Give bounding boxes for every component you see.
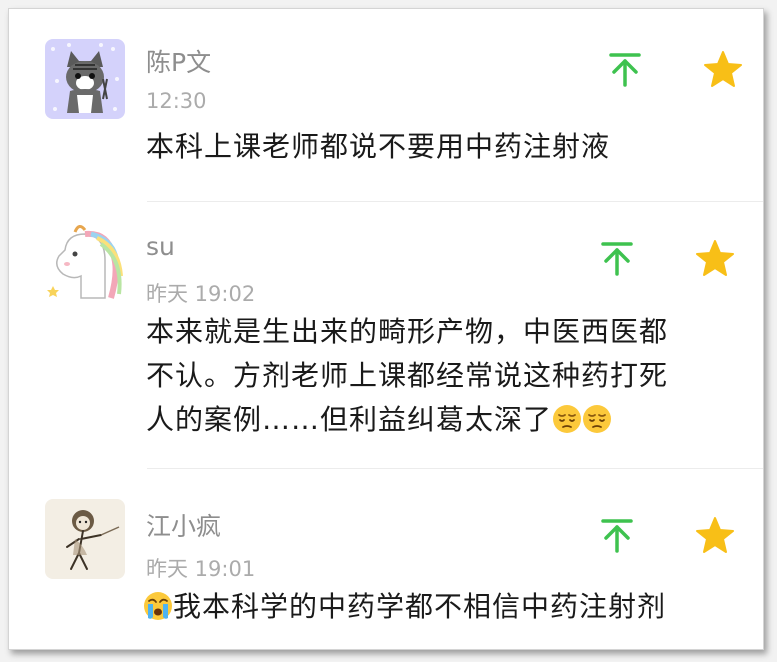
- star-icon[interactable]: [693, 236, 737, 280]
- comment-panel: 陈P文 12:30 本科上课老师都说不要用中药注射液 su 昨天 19:02 本…: [8, 8, 764, 650]
- avatar-sketch[interactable]: [45, 499, 125, 579]
- comment-username[interactable]: 陈P文: [146, 43, 211, 79]
- pensive-face-icon: [553, 405, 582, 433]
- star-icon[interactable]: [693, 513, 737, 557]
- comment-text: 本来就是生出来的畸形产物，中医西医都 不认。方剂老师上课都经常说这种药打死 人的…: [146, 310, 736, 442]
- comment-text-line: 不认。方剂老师上课都经常说这种药打死: [146, 359, 669, 392]
- comment-text-line: 本来就是生出来的畸形产物，中医西医都: [146, 315, 669, 348]
- comment-text-body: 我本科学的中药学都不相信中药注射剂: [173, 590, 667, 623]
- avatar-cat[interactable]: [45, 39, 125, 119]
- comment-item: 陈P文 12:30 本科上课老师都说不要用中药注射液: [9, 9, 763, 205]
- comment-username[interactable]: 江小疯: [146, 507, 221, 543]
- pensive-face-icon: [583, 405, 612, 433]
- comment-item: 江小疯 昨天 19:01 我本科学的中药学都不相信中药注射剂: [9, 469, 763, 649]
- loudly-crying-face-icon: [144, 592, 172, 620]
- comment-timestamp: 昨天 19:01: [146, 557, 256, 581]
- comment-timestamp: 昨天 19:02: [146, 282, 256, 306]
- comment-timestamp: 12:30: [146, 89, 207, 113]
- star-icon[interactable]: [701, 47, 745, 91]
- comment-text-line-text: 人的案例……但利益纠葛太深了: [146, 403, 553, 436]
- comment-text: 本科上课老师都说不要用中药注射液: [146, 130, 611, 163]
- comment-text: 我本科学的中药学都不相信中药注射剂: [143, 585, 743, 629]
- comment-item: su 昨天 19:02 本来就是生出来的畸形产物，中医西医都 不认。方剂老师上课…: [9, 202, 763, 470]
- pin-to-top-icon[interactable]: [595, 236, 639, 280]
- pin-to-top-icon[interactable]: [603, 47, 647, 91]
- pin-to-top-icon[interactable]: [595, 513, 639, 557]
- comment-text-line: 人的案例……但利益纠葛太深了: [146, 398, 736, 442]
- comment-username[interactable]: su: [146, 232, 175, 261]
- avatar-unicorn[interactable]: [45, 220, 125, 300]
